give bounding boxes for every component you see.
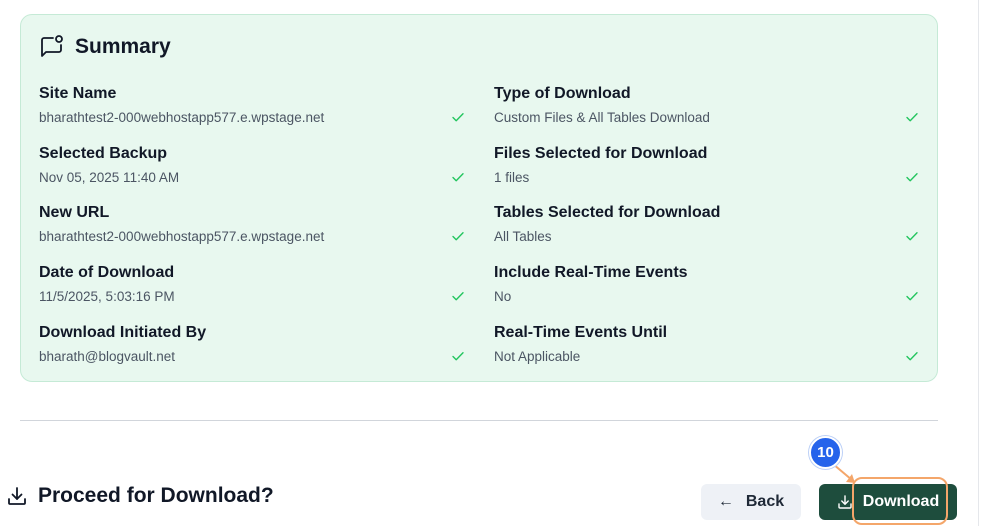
field-label: Real-Time Events Until (494, 324, 668, 341)
field-value: No (494, 289, 512, 304)
arrow-left-icon: ← (717, 493, 734, 510)
field-selected-backup: Selected Backup Nov 05, 2025 11:40 AM (39, 145, 467, 193)
field-value: 1 files (494, 170, 530, 185)
field-value: bharathtest2-000webhostapp577.e.wpstage.… (39, 110, 325, 125)
download-button[interactable]: Download (819, 484, 957, 520)
back-button[interactable]: ← Back (701, 484, 801, 520)
page: Summary Site Name bharathtest2-000webhos… (0, 0, 986, 526)
field-value: bharath@blogvault.net (39, 349, 176, 364)
check-icon (906, 173, 918, 182)
field-label: Selected Backup (39, 145, 168, 162)
check-icon (452, 173, 464, 182)
field-label: Date of Download (39, 264, 175, 281)
field-value: Custom Files & All Tables Download (494, 110, 710, 125)
field-new-url: New URL bharathtest2-000webhostapp577.e.… (39, 204, 467, 252)
check-icon (906, 232, 918, 241)
field-real-time-events-until: Real-Time Events Until Not Applicable (494, 324, 922, 372)
check-icon (452, 232, 464, 241)
field-label: Files Selected for Download (494, 145, 708, 162)
field-label: Site Name (39, 85, 117, 102)
field-date-of-download: Date of Download 11/5/2025, 5:03:16 PM (39, 264, 467, 312)
field-value: bharathtest2-000webhostapp577.e.wpstage.… (39, 229, 325, 244)
field-tables-selected: Tables Selected for Download All Tables (494, 204, 922, 252)
field-label: Type of Download (494, 85, 631, 102)
field-label: Download Initiated By (39, 324, 207, 341)
download-icon (8, 487, 26, 505)
proceed-text: Proceed for Download? (38, 484, 274, 507)
summary-header: Summary (39, 33, 171, 61)
field-value: All Tables (494, 229, 552, 244)
section-divider (20, 420, 938, 421)
scroll-divider (978, 0, 979, 526)
download-icon (838, 495, 852, 509)
field-label: Include Real-Time Events (494, 264, 688, 281)
check-icon (906, 352, 918, 361)
check-icon (906, 113, 918, 122)
field-value: Not Applicable (494, 349, 581, 364)
field-site-name: Site Name bharathtest2-000webhostapp577.… (39, 85, 467, 133)
check-icon (906, 292, 918, 301)
field-label: New URL (39, 204, 110, 221)
check-icon (452, 352, 464, 361)
field-value: Nov 05, 2025 11:40 AM (39, 170, 180, 185)
back-label: Back (745, 493, 785, 510)
field-value: 11/5/2025, 5:03:16 PM (39, 289, 175, 304)
field-label: Tables Selected for Download (494, 204, 721, 221)
download-label: Download (862, 493, 940, 510)
step-badge: 10 (809, 436, 842, 469)
message-square-icon (41, 35, 63, 57)
check-icon (452, 113, 464, 122)
field-include-real-time-events: Include Real-Time Events No (494, 264, 922, 312)
summary-title: Summary (75, 35, 171, 58)
field-download-initiated-by: Download Initiated By bharath@blogvault.… (39, 324, 467, 372)
check-icon (452, 292, 464, 301)
field-type-of-download: Type of Download Custom Files & All Tabl… (494, 85, 922, 133)
summary-card: Summary Site Name bharathtest2-000webhos… (20, 14, 938, 382)
proceed-heading: Proceed for Download? (6, 484, 274, 508)
field-files-selected: Files Selected for Download 1 files (494, 145, 922, 193)
